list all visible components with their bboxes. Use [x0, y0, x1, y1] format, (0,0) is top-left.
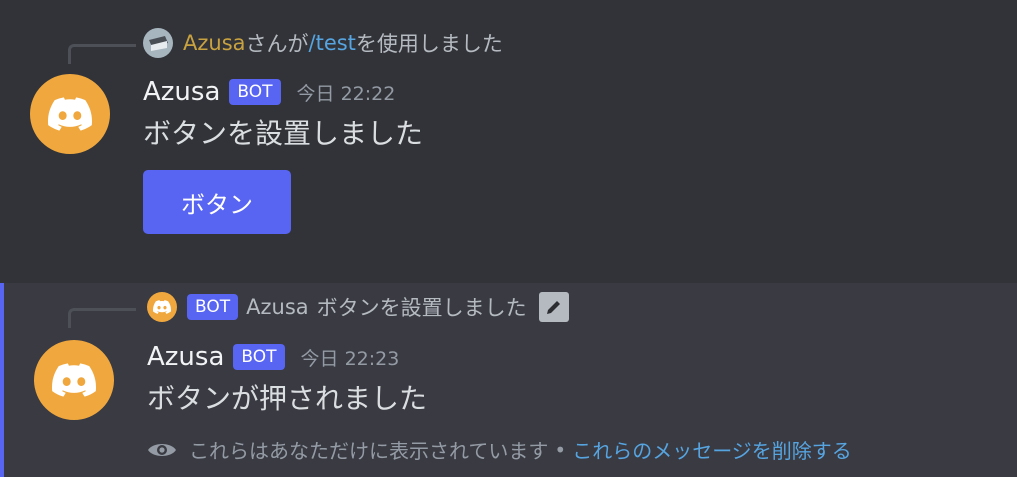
message-content: ボタンを設置しました [143, 117, 424, 150]
discord-logo-icon [52, 363, 96, 397]
reply-connector [68, 308, 136, 328]
author-name[interactable]: Azusa [143, 77, 220, 107]
message-content: ボタンが押されました [147, 382, 428, 415]
author-name[interactable]: Azusa [147, 342, 224, 372]
reply-author-name[interactable]: Azusa [246, 295, 309, 319]
eye-icon [147, 440, 177, 460]
command-name-link[interactable]: /test [309, 31, 356, 55]
command-middle-text: さんが [245, 32, 309, 56]
bot-tag: BOT [229, 79, 281, 105]
command-user-name[interactable]: Azusa [183, 31, 246, 55]
reply-text[interactable]: ボタンを設置しました [317, 292, 527, 322]
reply-bot-tag: BOT [187, 294, 239, 320]
message-1: Azusa さんが /test を使用しました Azusa BOT 今日 22:… [0, 0, 1017, 268]
command-suffix-text: を使用しました [355, 32, 503, 56]
author-avatar[interactable] [34, 340, 114, 420]
discord-logo-icon [48, 97, 92, 131]
action-button[interactable]: ボタン [143, 170, 291, 234]
separator-dot: • [554, 437, 567, 462]
message-header: Azusa BOT 今日 22:22 [143, 74, 395, 110]
bot-tag: BOT [233, 344, 285, 370]
message-2: BOT Azusa ボタンを設置しました Azusa BOT 今日 22:23 … [0, 283, 1017, 477]
pencil-icon [538, 292, 569, 322]
timestamp[interactable]: 今日 22:23 [301, 344, 400, 371]
ephemeral-text: これらはあなただけに表示されています [189, 439, 549, 463]
ephemeral-notice: これらはあなただけに表示されています • これらのメッセージを削除する [147, 435, 852, 464]
user-avatar-icon[interactable] [143, 28, 173, 58]
reply-connector [68, 44, 136, 64]
timestamp[interactable]: 今日 22:22 [297, 79, 396, 106]
dismiss-messages-link[interactable]: これらのメッセージを削除する [572, 435, 852, 464]
message-header: Azusa BOT 今日 22:23 [147, 339, 399, 375]
reply-avatar[interactable] [147, 292, 177, 322]
command-reply-line[interactable]: Azusa さんが /test を使用しました [143, 28, 503, 58]
author-avatar[interactable] [30, 74, 110, 154]
reply-preview[interactable]: BOT Azusa ボタンを設置しました [147, 292, 569, 322]
discord-logo-icon [153, 300, 171, 314]
